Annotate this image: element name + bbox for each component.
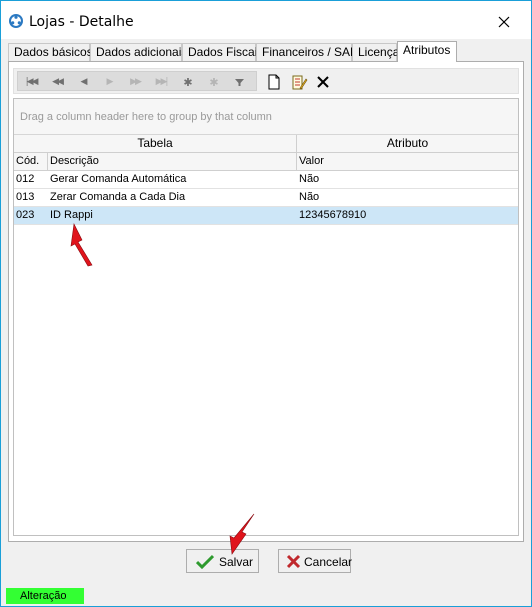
cell-cod: 013 [16,191,35,203]
tab-licenca[interactable]: Licença [352,43,399,62]
tab-strip: Dados básicos Dados adicionais Dados Fis… [8,41,524,62]
grid-toolbar: |◀◀ ◀◀ ◀ ▶ ▶▶ ▶▶| ✱ ✱ [13,68,519,94]
insert-record-icon[interactable]: ✱ [176,74,198,90]
cell-cod: 023 [16,209,35,221]
title-bar: Lojas - Detalhe [1,1,531,39]
dialog-window: Lojas - Detalhe Dados básicos Dados adic… [0,0,532,607]
cell-descricao: ID Rappi [50,209,93,221]
app-icon [9,14,23,28]
column-header-cod[interactable]: Cód. [14,153,48,171]
next-record-icon[interactable]: ▶ [98,74,120,90]
delete-x-icon[interactable] [314,73,332,91]
column-header-valor[interactable]: Valor [297,153,518,171]
tab-financeiros-sap[interactable]: Financeiros / SAP [256,43,358,62]
cancel-x-icon [286,554,301,569]
cell-descricao: Gerar Comanda Automática [50,173,187,185]
band-atributo[interactable]: Atributo [297,135,518,153]
tab-dados-fiscais[interactable]: Dados Fiscais [182,43,263,62]
band-tabela[interactable]: Tabela [14,135,297,153]
cell-valor: Não [299,173,320,185]
tab-panel-atributos: |◀◀ ◀◀ ◀ ▶ ▶▶ ▶▶| ✱ ✱ Drag a column head… [8,61,524,542]
close-icon[interactable] [495,13,513,31]
group-by-panel[interactable]: Drag a column header here to group by th… [14,99,518,135]
save-button-label: Salvar [219,555,254,569]
prior-record-icon[interactable]: ◀ [72,74,94,90]
checkmark-icon [196,554,214,569]
column-header-descricao[interactable]: Descrição [48,153,297,171]
filter-icon[interactable] [228,74,250,90]
table-row-selected[interactable]: 023 ID Rappi 12345678910 [14,207,518,225]
tab-dados-basicos[interactable]: Dados básicos [8,43,93,62]
next-page-icon[interactable]: ▶▶ [124,74,146,90]
table-row[interactable]: 013 Zerar Comanda a Cada Dia Não [14,189,518,207]
prior-page-icon[interactable]: ◀◀ [46,74,68,90]
tab-dados-adicionais[interactable]: Dados adicionais [90,43,187,62]
last-record-icon[interactable]: ▶▶| [150,74,172,90]
tab-atributos[interactable]: Atributos [397,41,457,62]
group-by-hint: Drag a column header here to group by th… [20,111,272,123]
new-document-icon[interactable] [265,73,283,91]
column-header-row: Cód. Descrição Valor [14,153,518,171]
status-badge: Alteração [6,588,84,604]
cell-cod: 012 [16,173,35,185]
cell-valor: Não [299,191,320,203]
navigator-bar: |◀◀ ◀◀ ◀ ▶ ▶▶ ▶▶| ✱ ✱ [17,71,257,91]
window-title: Lojas - Detalhe [29,14,134,30]
band-header-row: Tabela Atributo [14,135,518,153]
cell-descricao: Zerar Comanda a Cada Dia [50,191,186,203]
cancel-button-label: Cancelar [304,555,353,569]
edit-document-icon[interactable] [290,73,308,91]
cell-valor: 12345678910 [299,209,367,221]
first-record-icon[interactable]: |◀◀ [20,74,42,90]
save-button[interactable]: Salvar [186,549,259,573]
atributos-grid: Drag a column header here to group by th… [13,98,519,536]
table-row[interactable]: 012 Gerar Comanda Automática Não [14,171,518,189]
cancel-button[interactable]: Cancelar [278,549,353,573]
delete-record-icon[interactable]: ✱ [202,74,224,90]
